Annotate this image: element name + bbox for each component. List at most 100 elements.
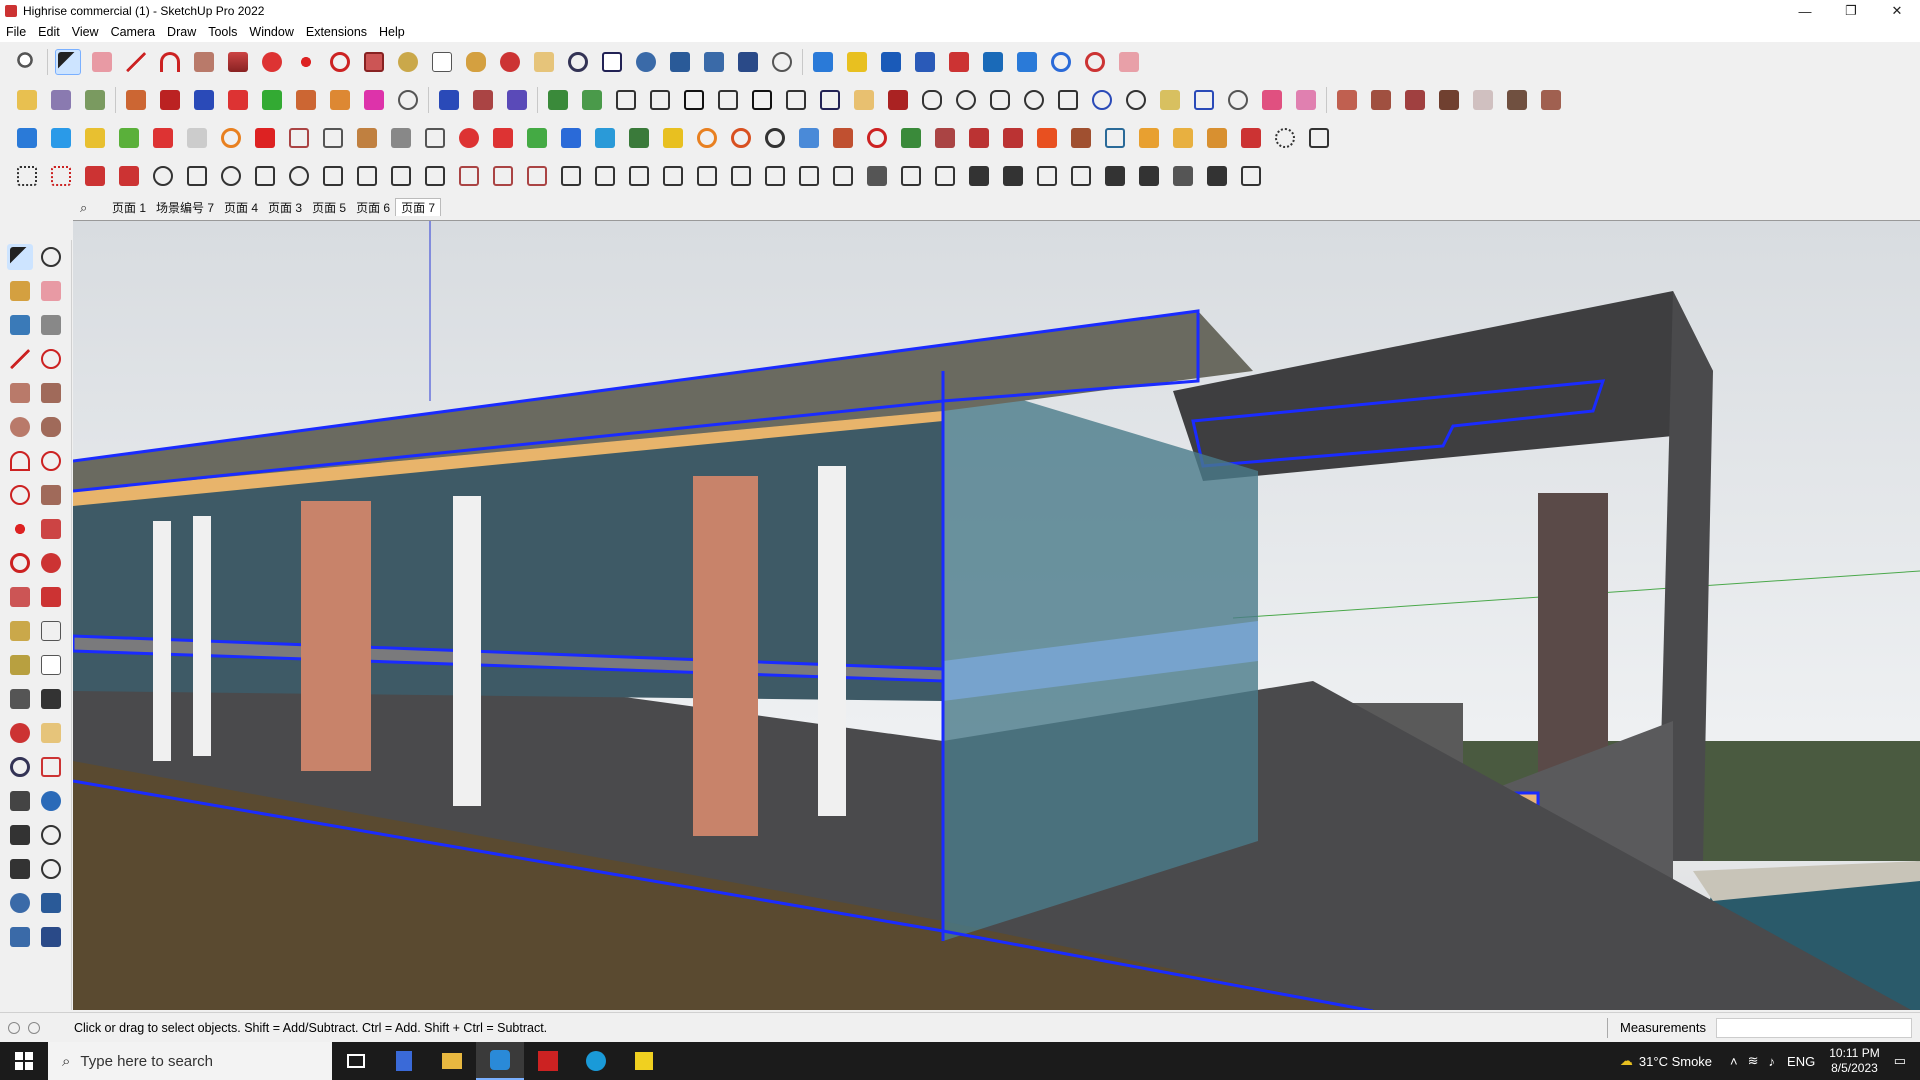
components-icon[interactable] [810,49,836,75]
chain-icon[interactable] [388,125,414,151]
smoove-icon[interactable] [667,49,693,75]
link-2-icon[interactable] [966,125,992,151]
follow-me-icon[interactable] [259,49,285,75]
autocad-app-icon[interactable] [524,1042,572,1080]
pan-tool-icon[interactable] [38,720,64,746]
box-blue-icon[interactable] [14,125,40,151]
shape-16-icon[interactable] [354,163,380,189]
poly-icon[interactable] [14,163,40,189]
text-tool-icon[interactable] [429,49,455,75]
3d-viewport[interactable] [73,220,1920,1010]
orange-loop-icon[interactable] [694,125,720,151]
pattern-icon[interactable] [1068,125,1094,151]
top-view-icon[interactable] [48,87,74,113]
volume-icon[interactable]: ♪ [1769,1054,1776,1069]
scene-tab[interactable]: 页面 6 [351,199,395,216]
section-plane-icon[interactable] [878,49,904,75]
bucket-icon[interactable] [830,125,856,151]
house-5-icon[interactable] [749,87,775,113]
network-icon[interactable]: ≋ [1748,1053,1759,1069]
house-1-icon[interactable] [613,87,639,113]
tree-icon[interactable] [626,125,652,151]
star-blue-icon[interactable] [796,125,822,151]
shape-30-icon[interactable] [830,163,856,189]
arrow-r-icon[interactable] [225,87,251,113]
plane-green-3-icon[interactable] [116,125,142,151]
orange-arc-icon[interactable] [218,125,244,151]
shape-15-icon[interactable] [320,163,346,189]
zoom-search-icon[interactable] [14,49,40,75]
text3d-icon[interactable] [38,686,64,712]
plane-red-icon[interactable] [150,125,176,151]
plane-blue-icon[interactable] [48,125,74,151]
paint-icon[interactable] [7,278,33,304]
erase-icon[interactable] [38,278,64,304]
link-3-icon[interactable] [1000,125,1026,151]
zoom-window-icon[interactable] [38,754,64,780]
dots-circle-icon[interactable] [1272,125,1298,151]
frame-icon[interactable] [1102,125,1128,151]
menu-extensions[interactable]: Extensions [300,25,373,39]
edge-browser-icon[interactable] [572,1042,620,1080]
menu-window[interactable]: Window [243,25,299,39]
shape-12-icon[interactable] [218,163,244,189]
shape-37-icon[interactable] [1068,163,1094,189]
sketchup-taskbar-icon[interactable] [476,1042,524,1080]
clock[interactable]: 10:11 PM 8/5/2023 [1829,1046,1879,1076]
axes-icon[interactable] [980,49,1006,75]
shape-18-icon[interactable] [422,163,448,189]
followme-icon[interactable] [38,550,64,576]
stamp-icon[interactable] [701,49,727,75]
position-camera-icon[interactable] [7,822,33,848]
select-tool-icon[interactable] [55,49,81,75]
gem-icon[interactable] [1034,125,1060,151]
close-button[interactable]: ✕ [1874,0,1920,22]
arrow-x-icon[interactable] [327,87,353,113]
grid-icon[interactable] [286,125,312,151]
minimize-button[interactable]: — [1782,0,1828,22]
drape-icon[interactable] [735,49,761,75]
stamp-tool-icon[interactable] [7,924,33,950]
rotated-rect-icon[interactable] [38,380,64,406]
shape-27-icon[interactable] [728,163,754,189]
orbit-tool-icon[interactable] [7,720,33,746]
geo-location-icon[interactable] [8,1021,20,1034]
shape-3-icon[interactable] [987,87,1013,113]
menu-tools[interactable]: Tools [202,25,243,39]
shape-32-icon[interactable] [898,163,924,189]
pencil-pink-icon[interactable] [1259,87,1285,113]
pushpull-icon[interactable] [38,516,64,542]
arrow-left-icon[interactable] [157,87,183,113]
move-down-icon[interactable] [946,49,972,75]
shape-20-icon[interactable] [490,163,516,189]
shape-31-icon[interactable] [864,163,890,189]
rotate-tool-icon[interactable] [327,49,353,75]
grid-2-icon[interactable] [1306,125,1332,151]
solid-6-icon[interactable] [1504,87,1530,113]
house-4-icon[interactable] [715,87,741,113]
shape-10-icon[interactable] [1225,87,1251,113]
house-2-icon[interactable] [647,87,673,113]
scissors-icon[interactable] [116,163,142,189]
look-around-icon[interactable] [38,822,64,848]
zoom-icon[interactable] [565,49,591,75]
shape-35-icon[interactable] [1000,163,1026,189]
solid-2-icon[interactable] [1368,87,1394,113]
shape-34-icon[interactable] [966,163,992,189]
scale-tool-icon[interactable] [361,49,387,75]
shape-14-icon[interactable] [286,163,312,189]
rotate-loop-icon[interactable] [762,125,788,151]
extension-warehouse-icon[interactable] [844,49,870,75]
scene-tab[interactable]: 页面 3 [263,199,307,216]
slash-red-icon[interactable] [470,87,496,113]
shape-21-icon[interactable] [524,163,550,189]
windows-start-icon[interactable] [0,1042,48,1080]
tag-icon[interactable] [38,312,64,338]
shape-2-icon[interactable] [953,87,979,113]
menu-camera[interactable]: Camera [105,25,161,39]
redo-icon[interactable] [1082,49,1108,75]
shape-40-icon[interactable] [1170,163,1196,189]
language-indicator[interactable]: ENG [1787,1054,1815,1069]
panel-icon[interactable] [320,125,346,151]
shape-26-icon[interactable] [694,163,720,189]
